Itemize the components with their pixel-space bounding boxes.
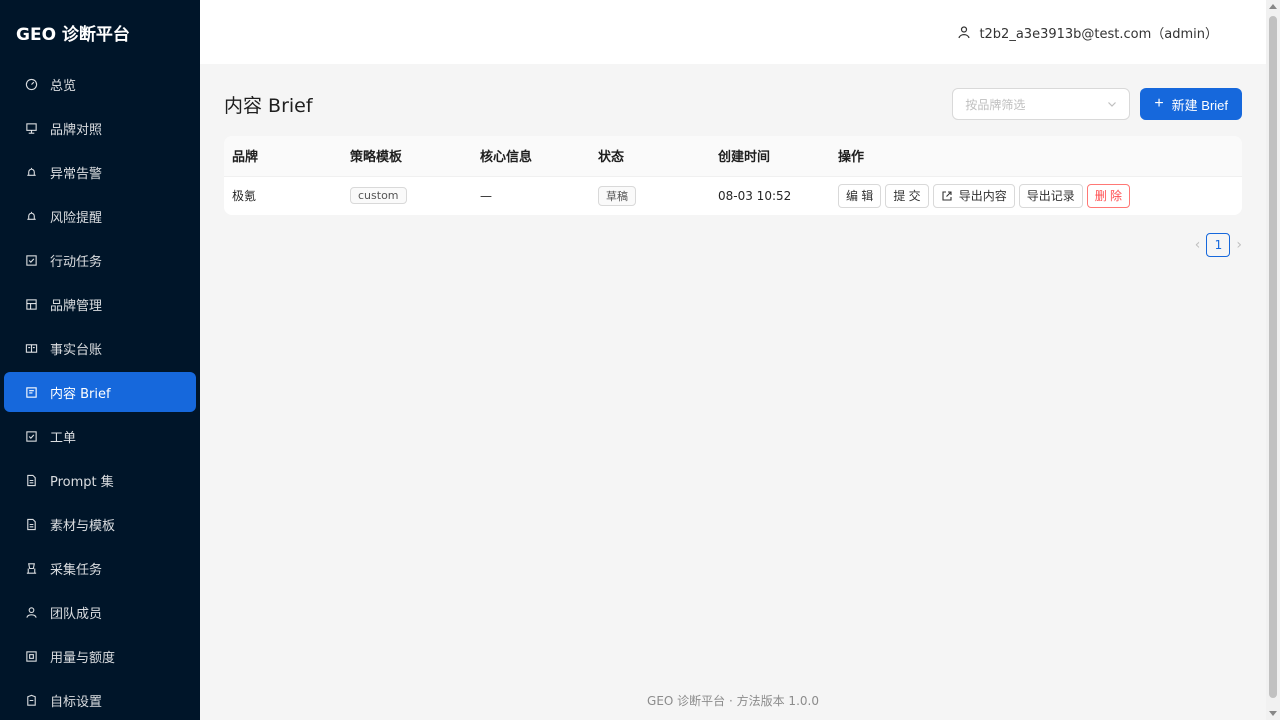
sidebar-item-label: 事实台账 — [50, 342, 103, 358]
pagination: ‹ 1 › — [224, 233, 1242, 257]
dashboard-icon — [24, 77, 38, 91]
table-header-row: 品牌 策略模板 核心信息 状态 创建时间 操作 — [224, 136, 1242, 176]
new-brief-button[interactable]: + 新建 Brief — [1140, 88, 1242, 120]
sidebar-item-label: 工单 — [50, 430, 77, 446]
sidebar-item-label: Prompt 集 — [50, 474, 114, 490]
sidebar-item-label: 行动任务 — [50, 254, 103, 270]
sidebar-item-brand-management[interactable]: 品牌管理 — [4, 284, 196, 324]
quota-icon — [24, 649, 38, 663]
next-page-button[interactable]: › — [1236, 237, 1242, 253]
sidebar-item-brand-compare[interactable]: 品牌对照 — [4, 108, 196, 148]
brand-icon — [24, 297, 38, 311]
table-row: 极氪 custom — 草稿 08-03 10:52 编 辑 提 交 导出内容 … — [224, 175, 1242, 215]
top-header: t2b2_a3e3913b@test.com（admin） — [200, 0, 1266, 64]
ticket-icon — [24, 429, 38, 443]
main-content: 内容 Brief 按品牌筛选 + 新建 Brief 品牌 策略模板 核心信息 状… — [224, 88, 1242, 257]
sidebar-item-materials[interactable]: 素材与模板 — [4, 504, 196, 544]
new-brief-label: 新建 Brief — [1171, 97, 1228, 113]
compare-icon — [24, 121, 38, 135]
file-icon — [24, 473, 38, 487]
export-record-button[interactable]: 导出记录 — [1018, 183, 1083, 208]
collect-icon — [24, 561, 38, 575]
sidebar-item-prompt-set[interactable]: Prompt 集 — [4, 460, 196, 500]
toolbar-actions: 按品牌筛选 + 新建 Brief — [952, 88, 1242, 120]
sidebar-item-collection-tasks[interactable]: 采集任务 — [4, 548, 196, 588]
sidebar: GEO 诊断平台 总览 品牌对照 异常告警 风险提醒 行动任务 品牌管理 事实台… — [0, 0, 200, 720]
cell-status: 草稿 — [590, 175, 710, 215]
sidebar-item-team[interactable]: 团队成员 — [4, 592, 196, 632]
chevron-down-icon — [1108, 102, 1117, 107]
export-content-label: 导出内容 — [958, 189, 1007, 204]
sidebar-item-risk[interactable]: 风险提醒 — [4, 196, 196, 236]
sidebar-item-content-brief[interactable]: 内容 Brief — [4, 372, 196, 412]
bell-icon — [24, 209, 38, 223]
cell-actions: 编 辑 提 交 导出内容 导出记录 删 除 — [830, 175, 1242, 215]
export-content-button[interactable]: 导出内容 — [932, 183, 1015, 208]
sidebar-menu: 总览 品牌对照 异常告警 风险提醒 行动任务 品牌管理 事实台账 内容 Brie… — [0, 64, 200, 720]
page-number-current[interactable]: 1 — [1206, 233, 1231, 257]
brand-filter-placeholder: 按品牌筛选 — [965, 97, 1026, 112]
scroll-up-icon[interactable] — [1269, 4, 1277, 9]
column-header-status: 状态 — [590, 136, 710, 176]
sidebar-item-usage[interactable]: 用量与额度 — [4, 636, 196, 676]
user-icon — [958, 26, 971, 39]
sidebar-item-label: 团队成员 — [50, 606, 103, 622]
sidebar-item-fact-ledger[interactable]: 事实台账 — [4, 328, 196, 368]
brief-icon — [24, 385, 38, 399]
sidebar-item-label: 素材与模板 — [50, 518, 116, 534]
cell-created: 08-03 10:52 — [710, 175, 830, 215]
export-icon — [942, 191, 952, 201]
sidebar-item-label: 用量与额度 — [50, 650, 116, 666]
column-header-core-info: 核心信息 — [472, 136, 590, 176]
column-header-brand: 品牌 — [224, 136, 342, 176]
column-header-created: 创建时间 — [710, 136, 830, 176]
page-title: 内容 Brief — [224, 94, 313, 117]
cell-template: custom — [342, 175, 472, 215]
user-email: t2b2_a3e3913b@test.com（admin） — [979, 26, 1218, 42]
sidebar-item-label: 风险提醒 — [50, 210, 103, 226]
cell-core-info: — — [472, 175, 590, 215]
page-toolbar: 内容 Brief 按品牌筛选 + 新建 Brief — [224, 88, 1242, 120]
prev-page-button[interactable]: ‹ — [1195, 237, 1201, 253]
sidebar-item-tickets[interactable]: 工单 — [4, 416, 196, 456]
delete-button[interactable]: 删 除 — [1086, 183, 1131, 208]
sidebar-item-overview[interactable]: 总览 — [4, 64, 196, 104]
status-badge: 草稿 — [598, 185, 636, 206]
plus-icon: + — [1154, 95, 1164, 112]
sidebar-item-label: 品牌对照 — [50, 122, 103, 138]
scroll-thumb[interactable] — [1269, 16, 1277, 698]
sidebar-item-settings[interactable]: 自标设置 — [4, 680, 196, 720]
sidebar-item-label: 总览 — [50, 78, 77, 94]
column-header-actions: 操作 — [830, 136, 1242, 176]
sidebar-item-label: 采集任务 — [50, 562, 103, 578]
sidebar-item-label: 异常告警 — [50, 166, 103, 182]
row-actions: 编 辑 提 交 导出内容 导出记录 删 除 — [838, 183, 1234, 208]
sidebar-item-alerts[interactable]: 异常告警 — [4, 152, 196, 192]
edit-button[interactable]: 编 辑 — [838, 183, 882, 208]
app-logo: GEO 诊断平台 — [16, 24, 130, 45]
sidebar-item-label: 品牌管理 — [50, 298, 103, 314]
sidebar-item-action-tasks[interactable]: 行动任务 — [4, 240, 196, 280]
submit-button[interactable]: 提 交 — [885, 183, 929, 208]
sidebar-item-label: 内容 Brief — [50, 386, 111, 402]
column-header-template: 策略模板 — [342, 136, 472, 176]
brand-filter-select[interactable]: 按品牌筛选 — [952, 88, 1131, 120]
checkbox-icon — [24, 253, 38, 267]
cell-brand: 极氪 — [224, 175, 342, 215]
footer-text: GEO 诊断平台 · 方法版本 1.0.0 — [647, 694, 819, 708]
scroll-down-icon[interactable] — [1269, 711, 1277, 716]
file-icon — [24, 517, 38, 531]
alert-icon — [24, 165, 38, 179]
team-icon — [24, 605, 38, 619]
ledger-icon — [24, 341, 38, 355]
page-scrollbar[interactable] — [1266, 0, 1280, 720]
user-menu[interactable]: t2b2_a3e3913b@test.com（admin） — [957, 23, 1218, 42]
settings-icon — [24, 693, 38, 707]
template-tag: custom — [350, 187, 407, 205]
brief-table: 品牌 策略模板 核心信息 状态 创建时间 操作 极氪 custom — 草稿 0… — [224, 136, 1242, 215]
sidebar-item-label: 自标设置 — [50, 694, 103, 710]
